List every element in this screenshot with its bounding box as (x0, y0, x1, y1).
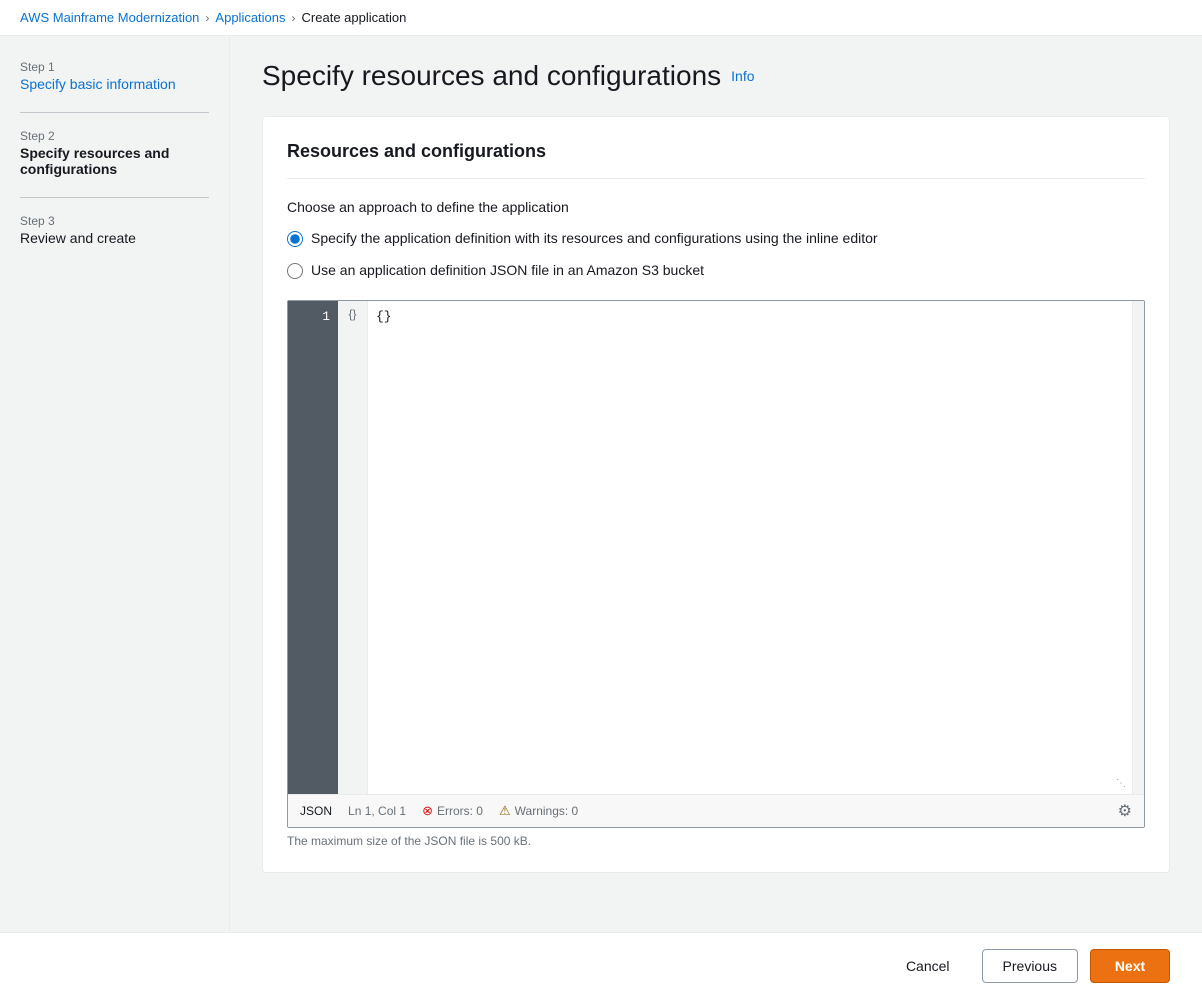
card-title: Resources and configurations (287, 141, 1145, 179)
radio-option-inline[interactable]: Specify the application definition with … (287, 229, 1145, 249)
status-position: Ln 1, Col 1 (348, 804, 406, 818)
fold-icon[interactable]: {} (348, 307, 356, 321)
next-button[interactable]: Next (1090, 949, 1170, 983)
breadcrumb-sep2: › (292, 11, 296, 25)
main-layout: Step 1 Specify basic information Step 2 … (0, 36, 1202, 994)
editor-note: The maximum size of the JSON file is 500… (287, 834, 1145, 848)
cancel-button[interactable]: Cancel (886, 950, 970, 982)
step2-label: Step 2 (20, 129, 209, 143)
breadcrumb-service-link[interactable]: AWS Mainframe Modernization (20, 10, 199, 25)
step3-label: Step 3 (20, 214, 209, 228)
gear-icon[interactable]: ⚙ (1118, 801, 1132, 821)
radio-group: Specify the application definition with … (287, 229, 1145, 280)
previous-button[interactable]: Previous (982, 949, 1078, 983)
step-divider-1 (20, 112, 209, 113)
status-language: JSON (300, 804, 332, 818)
approach-label: Choose an approach to define the applica… (287, 199, 1145, 215)
radio-s3-input[interactable] (287, 263, 303, 279)
breadcrumb-applications-link[interactable]: Applications (215, 10, 285, 25)
radio-inline-input[interactable] (287, 231, 303, 247)
breadcrumb-current: Create application (302, 10, 407, 25)
info-link[interactable]: Info (731, 68, 754, 84)
step-divider-2 (20, 197, 209, 198)
breadcrumb: AWS Mainframe Modernization › Applicatio… (0, 0, 1202, 36)
resources-card: Resources and configurations Choose an a… (262, 116, 1170, 873)
editor-scrollbar[interactable] (1132, 301, 1144, 794)
radio-option-s3[interactable]: Use an application definition JSON file … (287, 261, 1145, 281)
editor-gutter: {} (338, 301, 368, 794)
sidebar-step1: Step 1 Specify basic information (20, 60, 209, 92)
warnings-count: Warnings: 0 (515, 804, 579, 818)
step2-title: Specify resources and configurations (20, 145, 209, 177)
radio-s3-label: Use an application definition JSON file … (311, 261, 704, 281)
radio-inline-label: Specify the application definition with … (311, 229, 878, 249)
status-warnings: ⚠ Warnings: 0 (499, 803, 578, 819)
page-title: Specify resources and configurations (262, 60, 721, 92)
editor-statusbar: JSON Ln 1, Col 1 ⊗ Errors: 0 ⚠ Warnings:… (288, 794, 1144, 827)
sidebar-step3: Step 3 Review and create (20, 214, 209, 246)
breadcrumb-sep1: › (205, 11, 209, 25)
step1-title[interactable]: Specify basic information (20, 76, 176, 92)
errors-count: Errors: 0 (437, 804, 483, 818)
editor-main: {} ⋱ (368, 301, 1132, 794)
step3-title: Review and create (20, 230, 209, 246)
content-area: Specify resources and configurations Inf… (230, 36, 1202, 994)
resize-handle[interactable]: ⋱ (1116, 778, 1128, 790)
json-editor-container: 1 {} {} ⋱ JSON (287, 300, 1145, 828)
line-number-1: 1 (296, 307, 330, 327)
page-heading: Specify resources and configurations Inf… (262, 60, 1170, 92)
status-errors: ⊗ Errors: 0 (422, 803, 483, 819)
editor-body: 1 {} {} ⋱ (288, 301, 1144, 794)
line-numbers: 1 (288, 301, 338, 794)
footer: Cancel Previous Next (0, 932, 1202, 999)
warning-icon: ⚠ (499, 803, 511, 819)
error-icon: ⊗ (422, 803, 433, 819)
sidebar-step2: Step 2 Specify resources and configurati… (20, 129, 209, 177)
step1-label: Step 1 (20, 60, 209, 74)
sidebar: Step 1 Specify basic information Step 2 … (0, 36, 230, 994)
editor-textarea[interactable]: {} (368, 301, 1132, 794)
